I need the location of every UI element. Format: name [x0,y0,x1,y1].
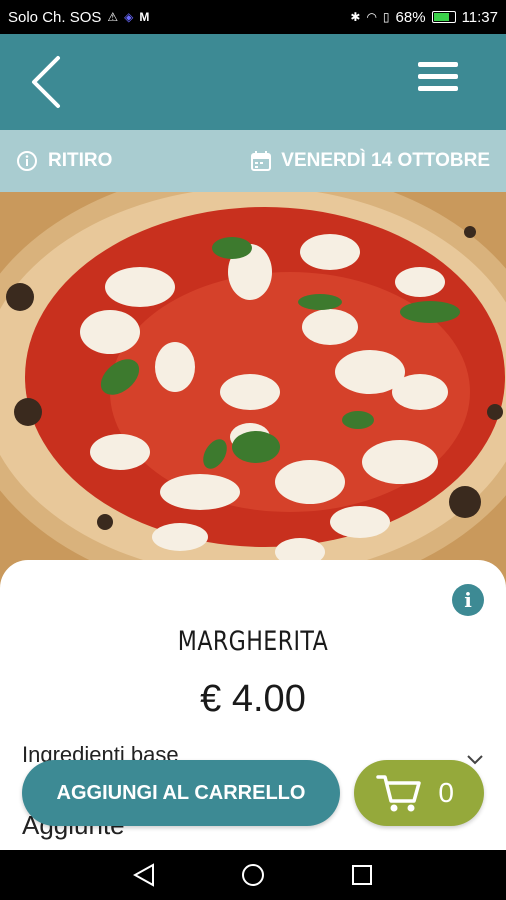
nav-back-icon [133,863,155,887]
nav-back-button[interactable] [129,860,159,890]
calendar-icon [251,151,272,171]
app-header [0,34,506,130]
cart-count: 0 [438,777,454,808]
carrier-label: Solo Ch. SOS [8,8,102,26]
battery-icon [431,11,456,23]
info-circle-icon [17,151,37,171]
nav-home-icon [241,864,264,886]
screen: Solo Ch. SOS ⚠ ◈ M ✱ ◠ ▯ 68% 11:37 RITIR… [0,0,506,900]
warning-icon: ⚠ [107,10,119,24]
product-photo [0,192,506,592]
pickup-date[interactable]: VENERDÌ 14 OTTOBRE [251,150,490,172]
back-arrow-icon [32,56,60,108]
nav-home-button[interactable] [238,860,268,890]
add-to-cart-button[interactable]: AGGIUNGI AL CARRELLO [22,760,340,826]
pizza-image [0,192,506,592]
gmail-icon: M [139,10,150,24]
pickup-mode[interactable]: RITIRO [16,150,112,172]
clock: 11:37 [461,8,498,26]
back-button[interactable] [26,54,70,110]
status-bar: Solo Ch. SOS ⚠ ◈ M ✱ ◠ ▯ 68% 11:37 [0,0,506,34]
nav-recents-icon [351,865,372,885]
wifi-icon: ◠ [366,10,377,24]
order-info-bar: RITIRO VENERDÌ 14 OTTOBRE [0,130,506,192]
system-nav-bar [0,850,506,900]
product-info-button[interactable]: i [452,584,484,616]
shield-app-icon: ◈ [124,10,134,24]
battery-percent: 68% [395,8,426,26]
product-price: € 4.00 [200,678,306,720]
cart-icon [376,775,421,812]
bluetooth-icon: ✱ [350,10,361,24]
hamburger-menu-button[interactable] [418,62,458,102]
nav-recents-button[interactable] [347,860,377,890]
product-name: MARGHERITA [177,626,329,657]
sim-icon: ▯ [382,10,390,24]
info-icon: i [464,588,472,612]
hamburger-menu-icon [418,62,458,91]
cart-button[interactable]: 0 [354,760,484,826]
pickup-mode-label: RITIRO [48,150,113,171]
pickup-date-label: VENERDÌ 14 OTTOBRE [281,150,490,171]
